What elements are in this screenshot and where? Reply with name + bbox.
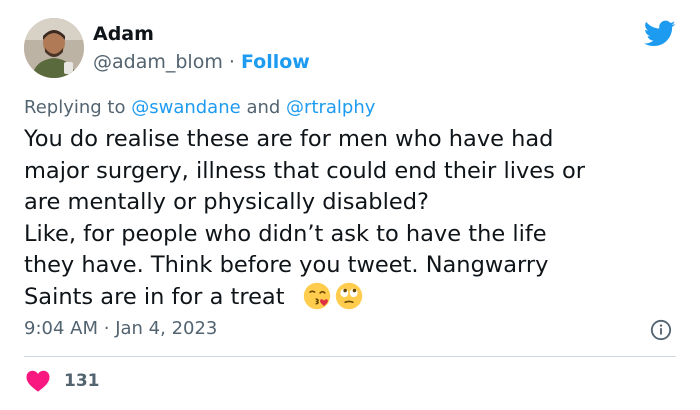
avatar-photo xyxy=(24,18,84,78)
info-icon[interactable] xyxy=(650,319,672,341)
tweet-line: they have. Think before you tweet. Nangw… xyxy=(24,252,549,278)
tweet-line: Like, for people who didn’t ask to have … xyxy=(24,220,547,247)
tweet-text: You do realise these are for men who hav… xyxy=(24,124,684,313)
author-handle-row: @adam_blom · Follow xyxy=(93,51,310,73)
tweet-date: Jan 4, 2023 xyxy=(115,318,218,339)
heart-icon xyxy=(26,370,50,392)
replying-conjunction: and xyxy=(246,97,281,118)
tweet-time: 9:04 AM xyxy=(24,318,98,339)
tweet-line: are mentally or physically disabled? xyxy=(24,189,429,215)
tweet-timestamp[interactable]: 9:04 AM · Jan 4, 2023 xyxy=(24,318,217,339)
mention-link[interactable]: @rtralphy xyxy=(286,97,375,118)
twitter-bird-icon[interactable] xyxy=(644,20,676,48)
like-count: 131 xyxy=(64,371,100,391)
follow-button[interactable]: Follow xyxy=(241,51,310,73)
tweet-line: You do realise these are for men who hav… xyxy=(24,126,554,152)
face-blowing-kiss-icon xyxy=(303,282,331,309)
tweet-line: Saints are in for a treat xyxy=(24,283,285,310)
divider xyxy=(24,356,676,357)
replying-prefix: Replying to xyxy=(24,97,126,118)
separator-dot: · xyxy=(103,318,110,339)
author-handle[interactable]: @adam_blom xyxy=(93,51,223,73)
author-name[interactable]: Adam xyxy=(93,23,154,45)
tweet-line: major surgery, illness that could end th… xyxy=(24,157,586,184)
replying-to: Replying to @swandane and @rtralphy xyxy=(24,97,375,118)
face-with-rolling-eyes-icon xyxy=(335,282,363,309)
tweet-line-last: Saints are in for a treat xyxy=(24,282,684,314)
mention-link[interactable]: @swandane xyxy=(131,97,240,118)
avatar[interactable] xyxy=(24,18,84,78)
like-button[interactable]: 131 xyxy=(26,370,100,392)
separator-dot: · xyxy=(228,51,235,73)
